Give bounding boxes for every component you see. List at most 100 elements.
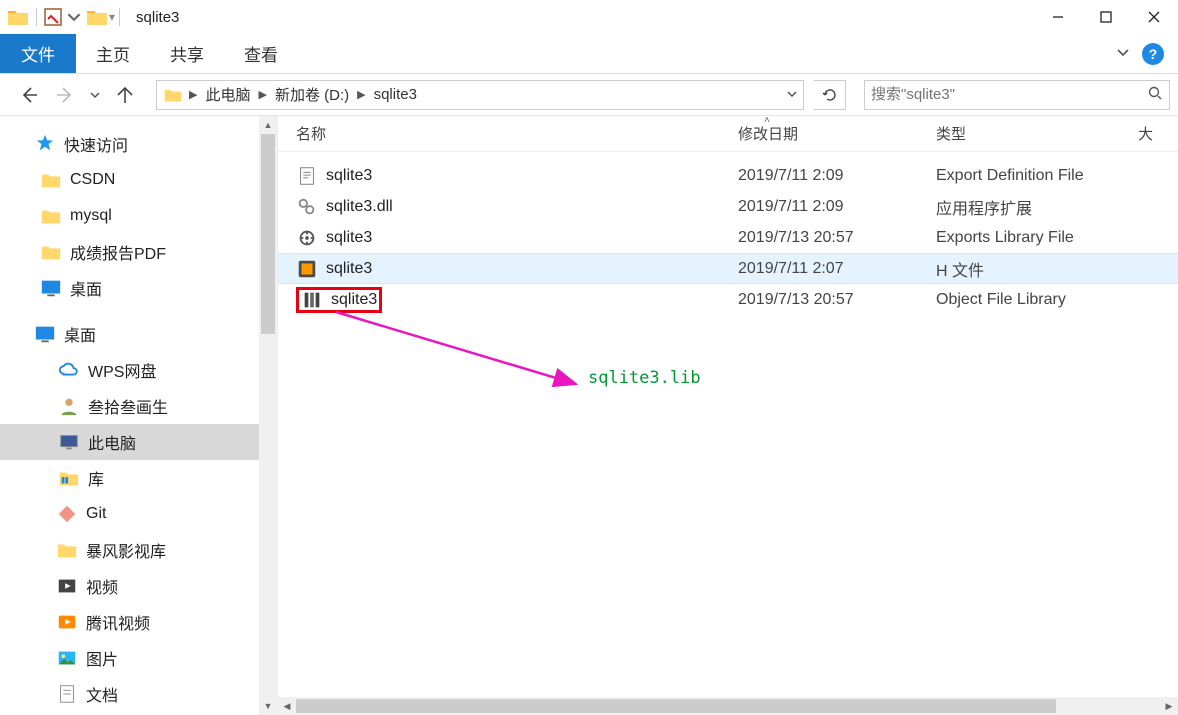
tx-icon (56, 611, 78, 633)
file-name: sqlite3 (331, 291, 377, 309)
tree-item[interactable]: 视频 (0, 568, 277, 604)
tree-label: 叁拾叁画生 (88, 394, 168, 418)
column-headers: 名称 修改日期 类型 大 (278, 116, 1178, 152)
desktop-icon (34, 323, 56, 345)
qat-separator (36, 8, 37, 26)
tab-share[interactable]: 共享 (150, 34, 224, 73)
properties-icon[interactable] (41, 5, 65, 29)
search-box[interactable] (864, 80, 1170, 110)
file-row[interactable]: sqlite3 2019/7/13 20:57 Object File Libr… (278, 284, 1178, 315)
tree-label: 腾讯视频 (86, 610, 150, 634)
tab-home[interactable]: 主页 (76, 34, 150, 73)
tree-label: 视频 (86, 574, 118, 598)
cloud-icon (58, 359, 80, 381)
chevron-right-icon[interactable]: ▶ (252, 88, 272, 101)
file-row[interactable]: sqlite3 2019/7/11 2:09 Export Definition… (278, 160, 1178, 191)
breadcrumb[interactable]: ▶ 此电脑 ▶ 新加卷 (D:) ▶ sqlite3 (156, 80, 804, 110)
tree-label: 图片 (86, 646, 118, 670)
breadcrumb-item[interactable]: sqlite3 (372, 86, 419, 103)
video-icon (56, 575, 78, 597)
folder-app-icon (6, 5, 30, 29)
up-button[interactable] (112, 82, 138, 108)
refresh-button[interactable] (814, 80, 846, 110)
tree-label: 文档 (86, 682, 118, 706)
expand-ribbon-icon[interactable] (1116, 45, 1130, 63)
tab-view[interactable]: 查看 (224, 34, 298, 73)
breadcrumb-item[interactable]: 此电脑 (203, 84, 252, 105)
breadcrumb-item[interactable]: 新加卷 (D:) (273, 84, 351, 105)
tree-label: 库 (88, 466, 104, 490)
help-icon[interactable]: ? (1142, 43, 1164, 65)
title-bar: ▾ sqlite3 (0, 0, 1178, 34)
title-dd-icon[interactable]: ▾ (109, 10, 115, 24)
forward-button[interactable] (52, 82, 78, 108)
tree-item[interactable]: CSDN (0, 162, 277, 198)
tree-quick-access[interactable]: 快速访问 (0, 126, 277, 162)
scroll-thumb[interactable] (261, 134, 275, 334)
horizontal-scrollbar[interactable]: ◀ ▶ (278, 697, 1178, 715)
file-date: 2019/7/13 20:57 (720, 229, 918, 247)
tree-label: mysql (70, 207, 112, 225)
ribbon: 文件 主页 共享 查看 ? (0, 34, 1178, 74)
folder-icon (163, 85, 183, 105)
back-button[interactable] (16, 82, 42, 108)
tree-item[interactable]: 暴风影视库 (0, 532, 277, 568)
file-icon (296, 165, 318, 187)
qat-separator-2 (119, 8, 120, 26)
tree-item[interactable]: WPS网盘 (0, 352, 277, 388)
chevron-right-icon[interactable]: ▶ (183, 88, 203, 101)
tree-label: 快速访问 (64, 132, 128, 156)
scroll-right-icon[interactable]: ▶ (1160, 697, 1178, 715)
doc-icon (56, 683, 78, 705)
history-dropdown[interactable] (88, 82, 102, 108)
tree-label: 此电脑 (88, 430, 136, 454)
user-icon (58, 395, 80, 417)
file-row[interactable]: sqlite3.dll 2019/7/11 2:09 应用程序扩展 (278, 191, 1178, 222)
tree-item[interactable]: 成绩报告PDF (0, 234, 277, 270)
tree-item[interactable]: 文档 (0, 676, 277, 712)
tree-label: 暴风影视库 (86, 538, 166, 562)
file-name: sqlite3 (326, 260, 372, 278)
folder-icon (40, 169, 62, 191)
file-tab[interactable]: 文件 (0, 34, 76, 73)
annotation-arrow (334, 310, 584, 394)
search-input[interactable] (871, 86, 1147, 103)
tree-label: 桌面 (70, 276, 102, 300)
file-row[interactable]: sqlite3 2019/7/13 20:57 Exports Library … (278, 222, 1178, 253)
scroll-down-icon[interactable]: ▼ (259, 697, 277, 715)
tree-item[interactable]: mysql (0, 198, 277, 234)
star-icon (34, 133, 56, 155)
maximize-button[interactable] (1082, 0, 1130, 34)
file-date: 2019/7/13 20:57 (720, 291, 918, 309)
close-button[interactable] (1130, 0, 1178, 34)
minimize-button[interactable] (1034, 0, 1082, 34)
col-type[interactable]: 类型 (918, 116, 1120, 151)
col-name[interactable]: 名称 (278, 116, 720, 151)
col-size[interactable]: 大 (1120, 116, 1178, 151)
tree-desktop[interactable]: 桌面 (0, 316, 277, 352)
chevron-right-icon[interactable]: ▶ (351, 88, 371, 101)
scroll-thumb[interactable] (296, 699, 1056, 713)
window-title: sqlite3 (136, 9, 179, 26)
tree-item[interactable]: 库 (0, 460, 277, 496)
tree-item[interactable]: 腾讯视频 (0, 604, 277, 640)
annotation-label: sqlite3.lib (588, 368, 701, 388)
file-type: Object File Library (918, 291, 1120, 309)
scroll-up-icon[interactable]: ▲ (259, 116, 277, 134)
lib-icon (58, 467, 80, 489)
file-date: 2019/7/11 2:09 (720, 167, 918, 185)
file-icon (296, 196, 318, 218)
file-row[interactable]: sqlite3 2019/7/11 2:07 H 文件 (278, 253, 1178, 284)
tree-item[interactable]: 桌面 (0, 270, 277, 306)
tree-item[interactable]: 此电脑 (0, 424, 277, 460)
address-dropdown-icon[interactable] (780, 82, 803, 107)
tree-item[interactable]: 图片 (0, 640, 277, 676)
col-date[interactable]: 修改日期 (720, 116, 918, 151)
qat-dropdown-icon[interactable] (67, 5, 81, 29)
tree-item[interactable]: Git (0, 496, 277, 532)
tree-scrollbar[interactable]: ▲ ▼ (259, 116, 277, 715)
search-icon[interactable] (1147, 85, 1163, 105)
tree-item[interactable]: 叁拾叁画生 (0, 388, 277, 424)
scroll-left-icon[interactable]: ◀ (278, 697, 296, 715)
folder-icon (40, 241, 62, 263)
